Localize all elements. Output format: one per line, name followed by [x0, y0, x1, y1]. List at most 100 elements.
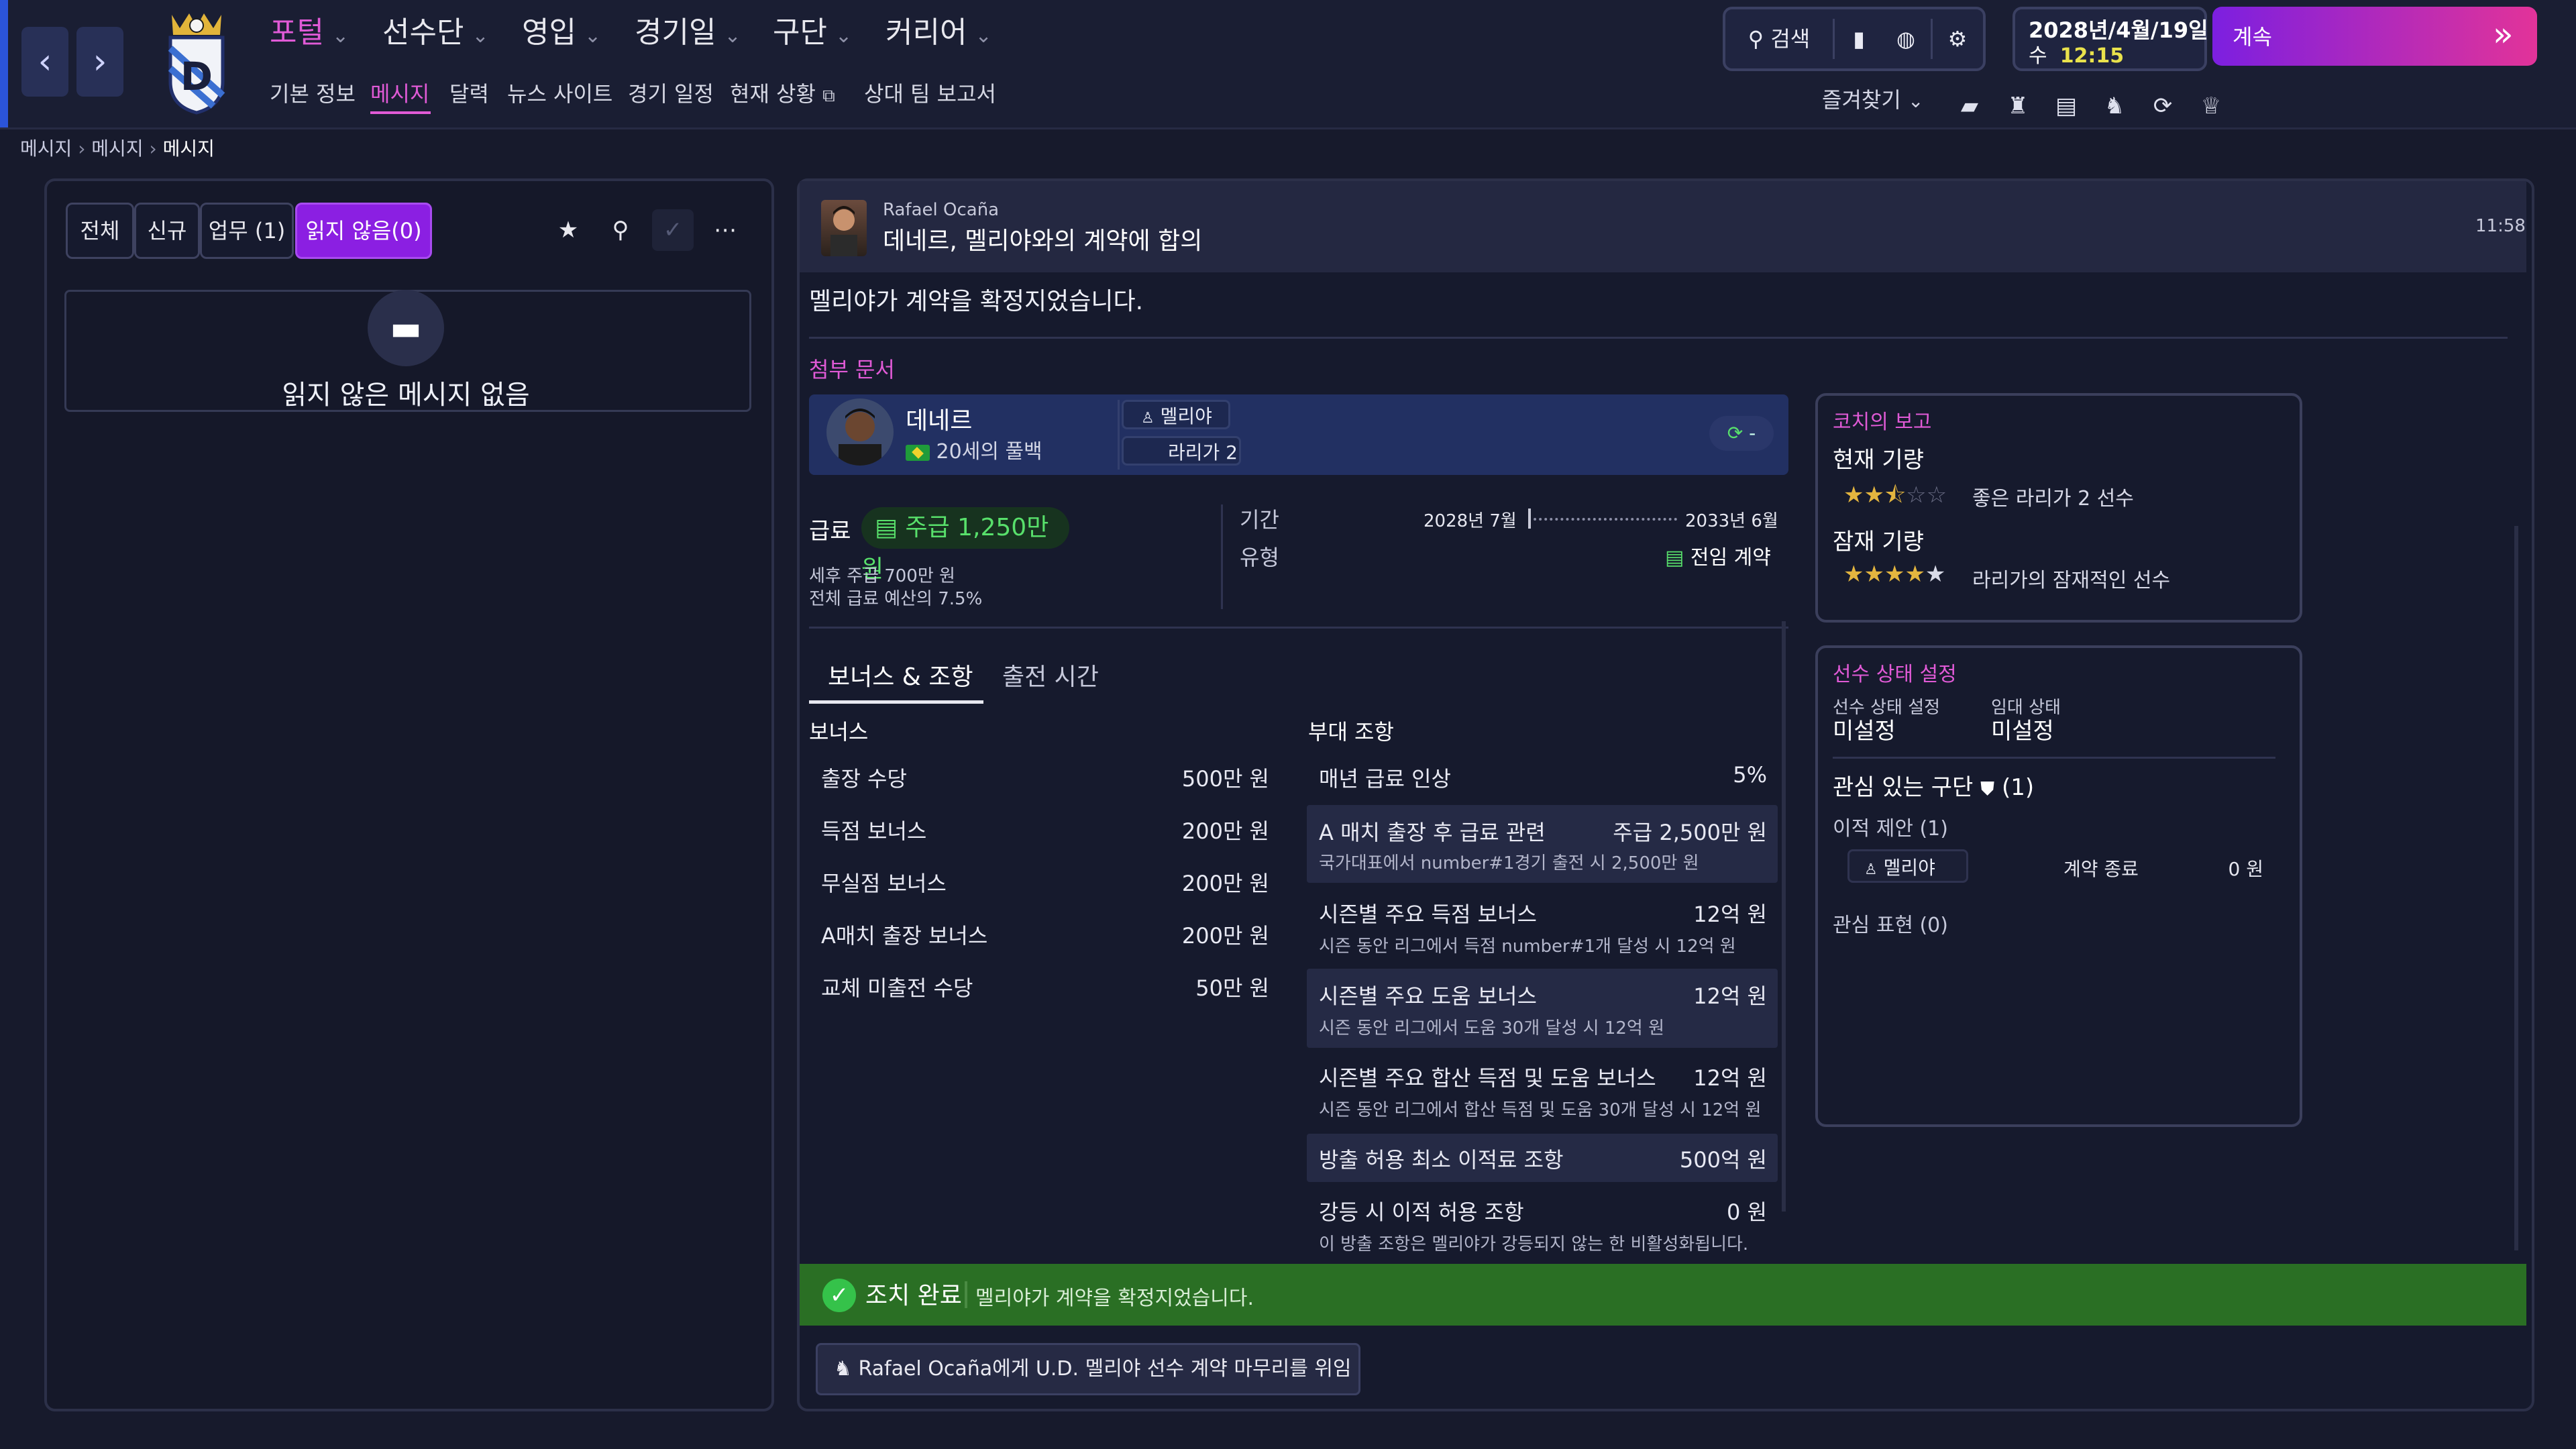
clause-desc: 시즌 동안 리그에서 득점 number#1개 달성 시 12억 원	[1319, 936, 1736, 957]
sender-name[interactable]: Rafael Ocaña	[883, 200, 999, 220]
tab-bonuses[interactable]: 보너스 & 조항	[828, 657, 973, 692]
menu-transfers[interactable]: 영입 ⌄	[522, 9, 601, 56]
inner-scrollbar[interactable]	[1782, 621, 1786, 1212]
chevron-down-icon: ⌄	[472, 24, 489, 48]
after-tax-wage: 세후 주급 700만 원	[809, 566, 955, 586]
search-button[interactable]: ⚲ 검색	[1725, 9, 1833, 68]
search-icon[interactable]: ⚲	[600, 209, 641, 251]
submenu-overview[interactable]: 기본 정보	[270, 75, 356, 113]
potential-ability-text: 라리가의 잠재적인 선수	[1972, 569, 2171, 592]
crest-icon: ♙	[1864, 861, 1878, 878]
menu-matchday[interactable]: 경기일 ⌄	[635, 9, 741, 56]
submenu-fixtures[interactable]: 경기 일정	[628, 75, 714, 113]
filter-tasks[interactable]: 업무 (1)	[200, 203, 294, 259]
staff-icon[interactable]: ♞	[2094, 86, 2135, 126]
menu-career[interactable]: 커리어 ⌄	[885, 9, 992, 56]
double-chevron-icon: »	[2493, 15, 2514, 54]
sender-avatar[interactable]	[821, 200, 867, 256]
transfer-offers: 이적 제안 (1)	[1833, 817, 1948, 841]
speech-bubble-icon: ▬	[368, 290, 444, 366]
panel-scrollbar[interactable]	[2514, 526, 2518, 1250]
refresh-icon: ⟳	[1727, 422, 1743, 444]
shirt-icon[interactable]: ♜	[1998, 86, 2038, 126]
player-photo[interactable]	[826, 398, 894, 466]
filter-all[interactable]: 전체	[66, 203, 134, 259]
contract-icon: ▤	[1665, 546, 1684, 570]
tab-playing-time[interactable]: 출전 시간	[1002, 657, 1099, 692]
toolbar-group: ⚲ 검색 ▮ ◍ ⚙	[1723, 7, 1986, 71]
bonus-value: 50만 원	[1195, 975, 1269, 1001]
date-display[interactable]: 2028년/4월/19일 수 12:15	[2012, 7, 2208, 71]
chat-icon[interactable]: ▰	[1949, 86, 1990, 126]
chevron-down-icon: ⌄	[835, 24, 853, 48]
settings-button[interactable]: ⚙	[1932, 9, 1983, 68]
clause-name: A 매치 출장 후 급료 관련	[1319, 820, 1546, 845]
filter-new[interactable]: 신규	[134, 203, 200, 259]
clause-name: 시즌별 주요 도움 보너스	[1319, 983, 1537, 1009]
clause-value: 12억 원	[1693, 983, 1767, 1009]
bonus-value: 200만 원	[1181, 871, 1269, 896]
potential-ability-label: 잠재 기량	[1833, 529, 1924, 555]
clause-value: 12억 원	[1693, 1065, 1767, 1091]
submenu-news[interactable]: 뉴스 사이트	[507, 75, 612, 113]
clause-name: 매년 급료 인상	[1319, 766, 1451, 792]
chevron-down-icon: ⌄	[584, 24, 602, 48]
trophy-icon[interactable]: ♕	[2191, 86, 2231, 126]
shield-icon: ⛊	[1980, 777, 1995, 800]
continue-button[interactable]: 계속 »	[2212, 7, 2537, 66]
period-timeline	[1528, 518, 1677, 521]
clause-name: 강등 시 이적 허용 조항	[1319, 1199, 1524, 1225]
external-link-icon: ⧉	[822, 86, 835, 106]
chevron-right-icon: ›	[93, 42, 107, 82]
more-icon[interactable]: ⋯	[704, 209, 746, 251]
document-icon[interactable]: ▤	[2046, 86, 2086, 126]
breadcrumb-item[interactable]: 메시지	[91, 138, 143, 160]
star-icon[interactable]: ★	[547, 209, 589, 251]
loan-status-value[interactable]: 미설정	[1991, 712, 2054, 745]
submenu-status[interactable]: 현재 상황 ⧉	[730, 75, 835, 113]
status-toggle[interactable]: ⟳ -	[1709, 416, 1774, 451]
league-pill[interactable]: 라리가 2	[1122, 436, 1241, 466]
favorites-dropdown[interactable]: 즐겨찾기 ⌄	[1822, 83, 1923, 114]
potential-ability-stars: ★★★★★	[1843, 561, 1946, 588]
player-name[interactable]: 데네르	[906, 401, 972, 436]
bonus-name: 득점 보너스	[821, 818, 927, 844]
forward-button[interactable]: ›	[76, 27, 123, 97]
divider	[1833, 757, 2275, 759]
submenu-calendar[interactable]: 달력	[449, 75, 489, 113]
interest-shown: 관심 표현 (0)	[1833, 914, 1948, 937]
refresh-icon[interactable]: ⟳	[2143, 86, 2183, 126]
bonus-name: 출장 수당	[821, 766, 907, 792]
action-complete-text: 멜리야가 계약을 확정지었습니다.	[975, 1287, 1254, 1310]
period-start: 2028년 7월	[1424, 511, 1517, 531]
chevron-down-icon: ⌄	[1907, 90, 1924, 112]
submenu-messages[interactable]: 메시지	[370, 75, 429, 113]
bonus-value: 200만 원	[1181, 923, 1269, 949]
message-time: 11:58	[2475, 216, 2526, 236]
menu-squad[interactable]: 선수단 ⌄	[382, 9, 489, 56]
bonus-name: A매치 출장 보너스	[821, 923, 988, 949]
clause-value: 12억 원	[1693, 902, 1767, 927]
filter-unread[interactable]: 읽지 않음(0)	[295, 203, 432, 259]
wage-value: ▤ 주급 1,250만 원	[861, 507, 1069, 583]
interested-clubs[interactable]: 관심 있는 구단 ⛊ (1)	[1833, 769, 2034, 802]
delegate-button[interactable]: ♞ Rafael Ocaña에게 U.D. 멜리야 선수 계약 마무리를 위임	[816, 1343, 1360, 1395]
divider	[809, 627, 1788, 629]
bonus-value: 200만 원	[1181, 818, 1269, 844]
player-status-value[interactable]: 미설정	[1833, 712, 1896, 745]
mark-read-icon[interactable]: ✓	[652, 209, 694, 251]
globe-button[interactable]: ◍	[1882, 9, 1929, 68]
clause-desc: 시즌 동안 리그에서 도움 30개 달성 시 12억 원	[1319, 1018, 1665, 1038]
club-crest-icon[interactable]: D	[160, 8, 233, 115]
menu-portal[interactable]: 포털 ⌄	[270, 9, 349, 56]
breadcrumb-item[interactable]: 메시지	[20, 138, 72, 160]
offer-club[interactable]: ♙ 멜리야	[1847, 849, 1968, 883]
contract-type: ▤ 전임 계약	[1665, 546, 1771, 570]
club-pill[interactable]: ♙ 멜리야	[1122, 400, 1230, 429]
player-desc: 20세의 풀백	[906, 435, 1042, 464]
bookmark-button[interactable]: ▮	[1835, 9, 1882, 68]
menu-club[interactable]: 구단 ⌄	[773, 9, 852, 56]
accent-stripe	[0, 0, 8, 127]
submenu-opposition-report[interactable]: 상대 팀 보고서	[864, 75, 996, 113]
back-button[interactable]: ‹	[21, 27, 68, 97]
